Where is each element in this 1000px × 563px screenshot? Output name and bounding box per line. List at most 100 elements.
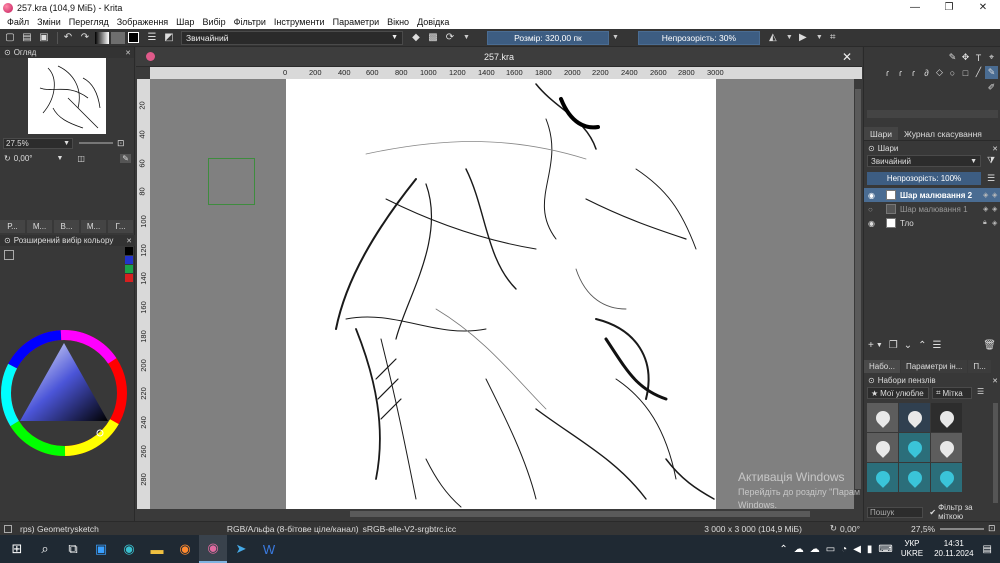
layer-properties-icon[interactable]: ☰ xyxy=(933,340,942,351)
document-tab[interactable]: 257.kra xyxy=(484,52,514,62)
ellipse-tool-icon[interactable]: ○ xyxy=(946,66,959,79)
file-explorer-icon[interactable]: ▬ xyxy=(143,535,171,563)
color-settings-icon[interactable] xyxy=(4,250,14,260)
color-history-swatch[interactable] xyxy=(125,256,133,264)
status-zoom[interactable]: 27,5% xyxy=(911,524,935,534)
wrap-around-icon[interactable]: ⌗ xyxy=(826,31,840,45)
docker-close-icon[interactable]: ✕ xyxy=(125,49,131,57)
polygon-tool-icon[interactable]: ◇ xyxy=(933,66,946,79)
pattern-selector[interactable] xyxy=(111,31,125,44)
brush-search-input[interactable]: Пошук xyxy=(867,506,924,518)
layer-name[interactable]: Шар малювання 2 xyxy=(900,191,983,200)
layer-name[interactable]: Тло xyxy=(900,219,983,228)
menu-image[interactable]: Зображення xyxy=(113,17,172,27)
left-tab-3[interactable]: В... xyxy=(54,220,79,233)
color-history-swatch[interactable] xyxy=(125,247,133,255)
undo-icon[interactable]: ↶ xyxy=(61,31,75,45)
status-zoom-slider[interactable] xyxy=(940,528,984,530)
colorize-tool-icon[interactable]: ✐ xyxy=(985,81,998,94)
filter-icon[interactable]: ⧩ xyxy=(987,155,995,166)
brush-preset[interactable] xyxy=(931,433,962,462)
menu-window[interactable]: Вікно xyxy=(383,17,413,27)
menu-file[interactable]: Файл xyxy=(3,17,33,27)
brush-preset-icon[interactable]: ◩ xyxy=(162,31,176,45)
onedrive-icon[interactable]: ☁ xyxy=(810,544,820,555)
add-layer-icon[interactable]: + xyxy=(868,340,874,351)
freehand-brush-tool-icon[interactable]: ✎ xyxy=(985,66,998,79)
docker-close-icon[interactable]: ✕ xyxy=(992,145,998,153)
network-icon[interactable]: ▭ xyxy=(826,544,835,555)
docker-close-icon[interactable]: ✕ xyxy=(126,237,132,245)
overview-rotation-value[interactable]: 0,00° xyxy=(14,154,33,163)
move-tool-icon[interactable]: ✥ xyxy=(959,51,972,64)
keyboard-icon[interactable]: ⌨ xyxy=(878,544,892,555)
dynamic-brush-icon[interactable]: ɾ xyxy=(894,66,907,79)
brush-size-slider[interactable]: Розмір: 320,00 пк xyxy=(486,30,609,45)
blend-mode-select[interactable]: Звичайний ▼ xyxy=(181,30,403,45)
mirror-horizontal-icon[interactable]: ◭ xyxy=(766,31,780,45)
canvas-area[interactable] xyxy=(150,79,854,509)
delete-layer-icon[interactable]: 🗑︎ xyxy=(983,340,996,351)
visibility-eye-icon[interactable]: ○ xyxy=(868,205,878,214)
vertical-scrollbar[interactable] xyxy=(854,79,862,509)
layer-row[interactable]: ○ Шар малювання 1 ◈ ◈ xyxy=(864,202,1000,216)
left-tab-4[interactable]: М... xyxy=(81,220,106,233)
docker-close-icon[interactable]: ✕ xyxy=(992,377,998,385)
left-tab-1[interactable]: Р... xyxy=(0,220,25,233)
assistant-tool-icon[interactable]: ⌖ xyxy=(985,51,998,64)
maximize-button[interactable]: ❐ xyxy=(932,0,966,15)
horizontal-scrollbar[interactable] xyxy=(150,509,854,519)
chevron-down-icon[interactable]: ▼ xyxy=(876,342,883,349)
brush-preset[interactable] xyxy=(867,463,898,492)
fit-view-icon[interactable]: ⊡ xyxy=(117,138,125,149)
menu-settings[interactable]: Параметри xyxy=(329,17,384,27)
visibility-eye-icon[interactable]: ◉ xyxy=(868,191,878,200)
move-layer-down-icon[interactable]: ⌄ xyxy=(904,340,912,351)
freehand-path-icon[interactable]: ɾ xyxy=(881,66,894,79)
mirror-vertical-icon[interactable]: ▶ xyxy=(796,31,810,45)
tab-tool-options[interactable]: Параметри ін... xyxy=(900,360,968,373)
brush-preset[interactable] xyxy=(867,433,898,462)
text-tool-icon[interactable]: T xyxy=(972,51,985,64)
lock-icon[interactable]: ◈ xyxy=(983,205,992,213)
gradient-selector[interactable] xyxy=(95,31,109,44)
search-icon[interactable]: ⌕ xyxy=(31,535,59,563)
foreground-color-swatch[interactable] xyxy=(128,32,139,43)
firefox-icon[interactable]: ◉ xyxy=(171,535,199,563)
bezier-icon[interactable]: ∂ xyxy=(920,66,933,79)
brush-tag-button[interactable]: ⌗ Мітка xyxy=(932,387,972,399)
windows-start-icon[interactable]: ⊞ xyxy=(3,535,31,563)
chevron-up-icon[interactable]: ⌃ xyxy=(779,544,787,555)
reload-preset-icon[interactable]: ⟳ xyxy=(443,31,457,45)
word-icon[interactable]: W xyxy=(255,535,283,563)
edit-brush-settings-icon[interactable]: ☰ xyxy=(145,31,159,45)
telegram-icon[interactable]: ➤ xyxy=(227,535,255,563)
eraser-mode-icon[interactable]: ◆ xyxy=(409,31,423,45)
layer-name[interactable]: Шар малювання 1 xyxy=(900,205,983,214)
minimize-button[interactable]: — xyxy=(898,0,932,15)
brush-grid-scrollbar[interactable] xyxy=(993,403,998,503)
mirror-view-icon[interactable]: ◫ xyxy=(77,154,85,163)
input-language-indicator[interactable]: УКР UKRE xyxy=(901,539,923,559)
edge-browser-icon[interactable]: ◉ xyxy=(115,535,143,563)
left-tab-5[interactable]: Г... xyxy=(108,220,133,233)
krita-taskbar-icon[interactable]: ◉ xyxy=(199,535,227,563)
volume-icon[interactable]: ◀ xyxy=(853,544,861,555)
horizontal-scroll-thumb[interactable] xyxy=(350,511,810,517)
close-window-button[interactable]: ✕ xyxy=(966,0,1000,15)
chevron-down-icon[interactable]: ▼ xyxy=(816,34,823,41)
alpha-icon[interactable]: ◈ xyxy=(992,191,1000,199)
battery-icon[interactable]: ▮ xyxy=(867,544,873,555)
close-document-button[interactable]: ✕ xyxy=(842,50,852,64)
layer-row[interactable]: ◉ Шар малювання 2 ◈ ◈ xyxy=(864,188,1000,202)
open-document-icon[interactable]: ▤ xyxy=(20,31,34,45)
duplicate-layer-icon[interactable]: ❐ xyxy=(889,340,898,351)
alpha-icon[interactable]: ◈ xyxy=(992,219,1000,227)
overview-thumbnail[interactable] xyxy=(28,58,106,134)
chevron-down-icon[interactable]: ▼ xyxy=(463,34,470,41)
system-clock[interactable]: 14:31 20.11.2024 xyxy=(934,539,973,559)
chevron-down-icon[interactable]: ▼ xyxy=(786,34,793,41)
tab-other[interactable]: П... xyxy=(968,360,991,373)
color-wheel[interactable] xyxy=(0,329,128,457)
color-history-swatch[interactable] xyxy=(125,265,133,273)
